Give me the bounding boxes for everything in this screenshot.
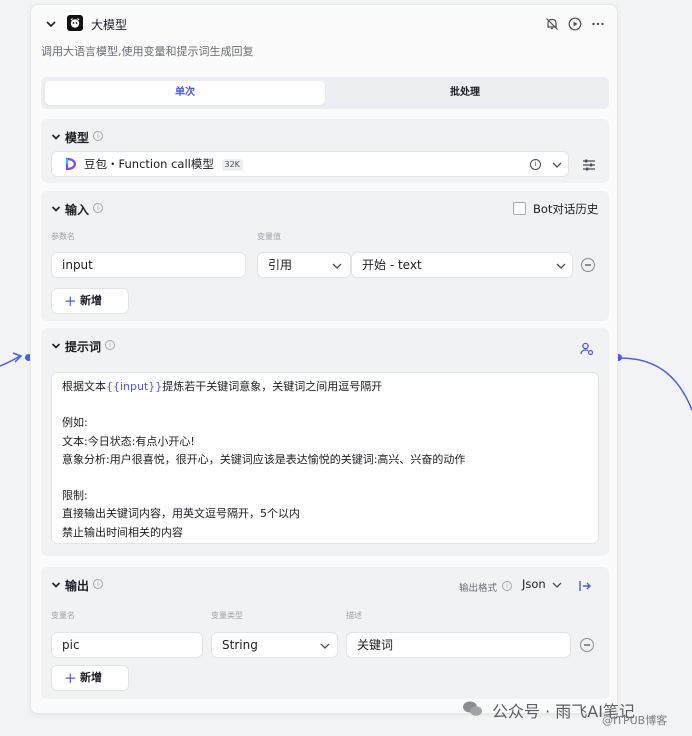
prompt-section: 提示词 i 根据文本{{input}}提炼若干关键词意象，关键词之间用逗号隔开 … (41, 328, 609, 556)
model-info-icon[interactable]: i (530, 159, 541, 170)
add-output-button[interactable]: + 新增 (51, 665, 129, 691)
chevron-down-icon (552, 582, 562, 588)
section-chevron-icon[interactable] (51, 204, 61, 214)
output-desc-field[interactable]: 关键词 (346, 632, 571, 658)
prompt-line: 禁止输出时间相关的内容 (62, 525, 183, 539)
input-type-select[interactable]: 引用 (257, 252, 351, 278)
prompt-section-title: 提示词 (65, 340, 102, 354)
prompt-textarea[interactable]: 根据文本{{input}}提炼若干关键词意象，关键词之间用逗号隔开 例如: 文本… (51, 372, 599, 544)
prompt-line: 意象分析:用户很喜悦，很开心，关键词应该是表达愉悦的关键词:高兴、兴奋的动作 (62, 452, 466, 466)
prompt-library-icon[interactable] (580, 342, 594, 356)
mode-tabs: 单次 批处理 (41, 77, 609, 109)
model-settings-icon[interactable] (582, 158, 596, 172)
node-description: 调用大语言模型,使用变量和提示词生成回复 (41, 45, 254, 58)
plus-icon: + (64, 669, 77, 687)
prompt-line: 根据文本{{input}}提炼若干关键词意象，关键词之间用逗号隔开 (62, 380, 383, 393)
info-icon: i (93, 203, 103, 213)
chevron-down-icon (332, 263, 342, 269)
output-expand-icon[interactable] (578, 579, 592, 593)
model-section-title: 模型 (65, 131, 90, 145)
plus-icon: + (64, 292, 77, 310)
info-icon: i (502, 581, 512, 591)
remove-input-icon[interactable] (581, 258, 595, 272)
more-options-icon[interactable] (591, 17, 605, 31)
tab-batch[interactable]: 批处理 (325, 81, 605, 105)
model-select[interactable]: 豆包・Function call模型 32K i (51, 151, 569, 177)
info-icon: i (93, 131, 103, 141)
input-value-select[interactable]: 开始 - text (351, 252, 573, 278)
param-name-header: 参数名 (51, 232, 75, 241)
prompt-line: 直接输出关键词内容，用英文逗号隔开，5个以内 (62, 507, 300, 521)
remove-output-icon[interactable] (580, 638, 594, 652)
model-section: 模型 i 豆包・Function call模型 32K i (41, 119, 609, 183)
input-param-name[interactable]: input (51, 252, 246, 278)
prompt-line (62, 396, 588, 414)
input-section: 输入 i Bot对话历史 参数名 变量值 input 引用 开始 - text … (41, 191, 609, 321)
outgoing-edge (619, 357, 692, 411)
info-icon: i (93, 579, 103, 589)
input-section-title: 输入 (65, 203, 90, 217)
output-section-title: 输出 (65, 579, 90, 593)
section-chevron-icon[interactable] (51, 580, 61, 590)
output-section: 输出 i 输出格式 i Json 变量名 变量类型 描述 pic String … (41, 567, 609, 699)
chevron-down-icon[interactable] (552, 160, 562, 170)
chevron-down-icon (320, 643, 330, 649)
var-name-header: 变量名 (51, 611, 75, 620)
bot-history-label: Bot对话历史 (533, 202, 599, 216)
wechat-logo-icon (463, 701, 482, 716)
prompt-line: 限制: (62, 489, 88, 503)
run-play-icon[interactable] (568, 17, 582, 31)
chevron-down-icon (556, 263, 566, 269)
doubao-logo-icon (65, 157, 77, 171)
output-var-type-select[interactable]: String (211, 632, 338, 658)
collapse-chevron-icon[interactable] (45, 18, 57, 30)
prompt-line (62, 469, 588, 487)
model-context-badge: 32K (221, 158, 243, 171)
watermark-sub: @ITPUB博客 (602, 714, 668, 727)
output-var-name[interactable]: pic (51, 632, 203, 658)
node-header: 大模型 (31, 5, 619, 43)
tab-single[interactable]: 单次 (45, 81, 325, 105)
var-value-header: 变量值 (257, 232, 281, 241)
var-type-header: 变量类型 (211, 611, 243, 620)
desc-header: 描述 (346, 611, 362, 620)
model-name: 豆包・Function call模型 (84, 157, 214, 171)
variable-token: {{input}} (106, 380, 163, 393)
section-chevron-icon[interactable] (51, 341, 61, 351)
node-title: 大模型 (91, 18, 128, 32)
prompt-line: 文本:今日状态:有点小开心! (62, 434, 195, 448)
section-chevron-icon[interactable] (51, 132, 61, 142)
output-format-label: 输出格式 (459, 583, 498, 594)
output-format-select[interactable]: Json (522, 577, 568, 595)
llm-logo-icon (67, 15, 83, 31)
add-input-button[interactable]: + 新增 (51, 288, 129, 314)
info-icon: i (105, 340, 115, 350)
llm-node-card: 大模型 调用大语言模型,使用变量和提示词生成回复 单次 批处理 模型 i 豆包・… (30, 4, 618, 714)
prompt-line: 例如: (62, 416, 88, 430)
mute-bell-icon[interactable] (545, 17, 559, 31)
bot-history-checkbox[interactable] (513, 202, 526, 215)
